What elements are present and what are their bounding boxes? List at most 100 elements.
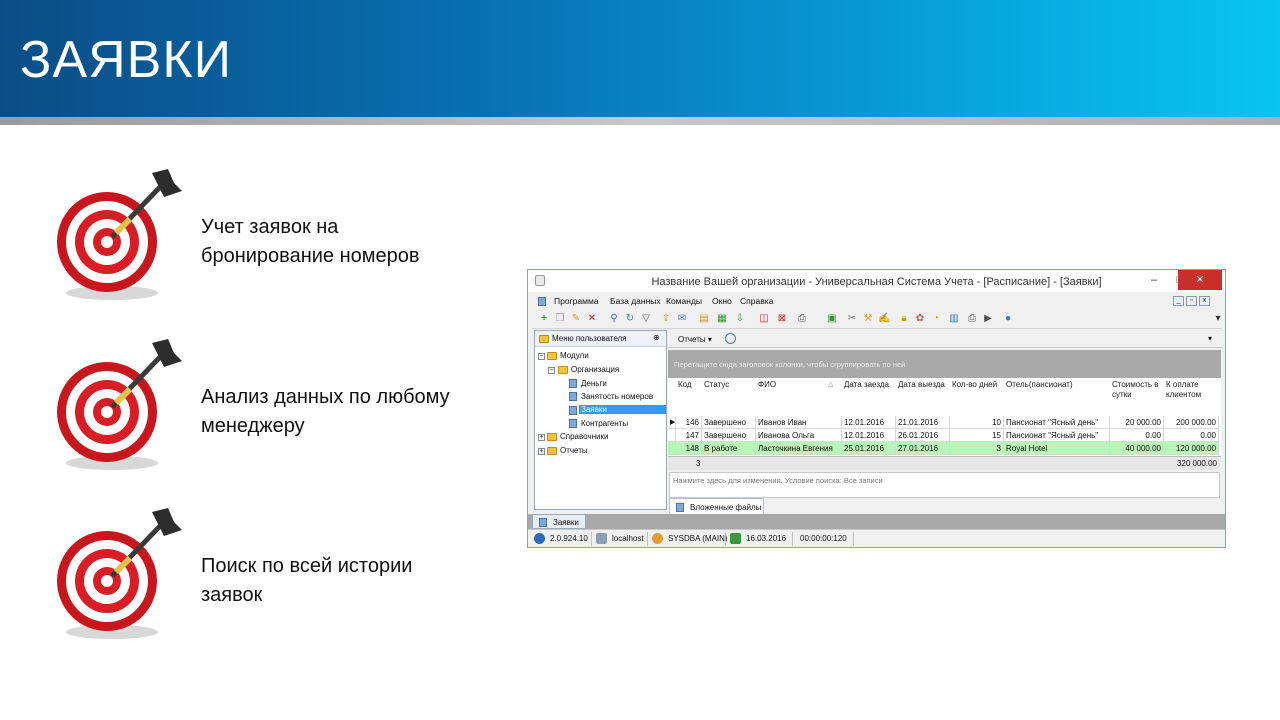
cell-departure: 27.01.2016 xyxy=(896,442,950,455)
cell-price: 40 000.00 xyxy=(1110,442,1164,455)
cell-code: 146 xyxy=(676,416,702,429)
column-header[interactable]: ФИО xyxy=(756,378,826,402)
column-header[interactable]: Кол-во дней xyxy=(950,378,1004,402)
play-icon[interactable]: ▶ xyxy=(982,313,994,325)
tree-expander[interactable]: − xyxy=(538,353,545,360)
tree-expander[interactable]: + xyxy=(538,434,545,441)
minimize-button[interactable]: – xyxy=(1140,270,1168,290)
doc-icon xyxy=(539,518,547,527)
filter-text: Нажмите здесь для изменения. Условие пои… xyxy=(673,476,883,485)
window-tool-icon[interactable]: ◫ xyxy=(758,313,770,325)
slide-title: ЗАЯВКИ xyxy=(20,31,232,89)
tree-item-directories[interactable]: Справочники xyxy=(560,432,608,441)
reports-overflow-icon[interactable]: ▾ xyxy=(1208,334,1212,343)
tab-label: Вложенные файлы xyxy=(690,503,762,512)
tree-item-money[interactable]: Деньги xyxy=(581,379,607,388)
toolbar-overflow-icon[interactable]: ▾ xyxy=(1212,313,1224,325)
cell-hotel: Пансионат "Ясный день" xyxy=(1004,416,1110,429)
notes-icon[interactable]: ✍ xyxy=(878,313,890,325)
feature-line: Поиск по всей истории xyxy=(201,555,413,577)
doc-icon xyxy=(569,392,577,401)
close-doc-icon[interactable]: ⊠ xyxy=(776,313,788,325)
feature-text: Анализ данных по любому менеджеру xyxy=(201,383,491,441)
column-header[interactable]: К оплате клиентом xyxy=(1164,378,1219,402)
content-area: Отчеты ▾ ▾ Перетащите сюда заголовок кол… xyxy=(668,330,1223,520)
menu-program[interactable]: Программа xyxy=(554,296,599,306)
table-row[interactable]: ▶ 146 Завершено Иванов Иван 12.01.2016 2… xyxy=(668,416,1221,429)
clock-icon[interactable] xyxy=(725,333,736,344)
filter-icon[interactable]: ▽ xyxy=(640,313,652,325)
calculator-icon[interactable]: ▥ xyxy=(948,313,960,325)
pin-icon[interactable]: ⊕ xyxy=(653,333,660,342)
cell-days: 3 xyxy=(950,442,1004,455)
status-separator xyxy=(792,532,793,546)
menu-window[interactable]: Окно xyxy=(712,296,732,306)
tab-requests[interactable]: Заявки xyxy=(532,514,586,529)
target-icon xyxy=(57,339,182,470)
table-row[interactable]: 147 Завершено Иванова Ольга 12.01.2016 2… xyxy=(668,429,1221,442)
table-tool-icon[interactable]: ▦ xyxy=(716,313,728,325)
print-icon[interactable]: ⎙ xyxy=(796,313,808,325)
column-header[interactable]: Дата заезда xyxy=(842,378,896,402)
column-header[interactable]: Стоимость в сутки xyxy=(1110,378,1164,402)
folder-tool-icon[interactable]: ▤ xyxy=(698,313,710,325)
group-panel[interactable]: Перетащите сюда заголовок колонки, чтобы… xyxy=(668,350,1221,378)
mdi-minimize-button[interactable]: _ xyxy=(1173,296,1184,306)
table-row[interactable]: 148 В работе Ласточкина Евгения 25.01.20… xyxy=(668,442,1221,455)
lock-icon[interactable]: 🔒︎ xyxy=(898,313,910,325)
chart-icon[interactable]: ◔ xyxy=(930,313,942,325)
delete-icon[interactable]: ✕ xyxy=(586,313,598,325)
cut-icon[interactable]: ✂ xyxy=(846,313,858,325)
feature-text: Учет заявок на бронирование номеров xyxy=(201,213,491,271)
mdi-restore-button[interactable]: ▫ xyxy=(1186,296,1197,306)
close-button[interactable]: ✕ xyxy=(1178,270,1222,290)
status-date: 16.03.2016 xyxy=(746,534,787,543)
reports-bar: Отчеты ▾ ▾ xyxy=(668,330,1223,348)
tree-expander[interactable]: + xyxy=(538,448,545,455)
menu-help[interactable]: Справка xyxy=(740,296,773,306)
menu-commands[interactable]: Команды xyxy=(666,296,702,306)
tree-expander[interactable]: − xyxy=(548,367,555,374)
reports-button[interactable]: Отчеты ▾ xyxy=(678,335,712,344)
status-separator xyxy=(647,532,648,546)
column-header[interactable]: Отель(пансионат) xyxy=(1004,378,1110,402)
doc-icon xyxy=(569,419,577,428)
tree-item-reports[interactable]: Отчеты xyxy=(560,446,588,455)
tree-item-counterparties[interactable]: Контрагенты xyxy=(581,419,628,428)
menu-database[interactable]: База данных xyxy=(610,296,661,306)
folder-icon xyxy=(547,433,557,441)
edit-icon[interactable]: ✎ xyxy=(570,313,582,325)
cell-price: 0.00 xyxy=(1110,429,1164,442)
document-tabs: Заявки xyxy=(528,514,1225,529)
column-header[interactable]: Статус xyxy=(702,378,756,402)
cell-name: Иванов Иван xyxy=(756,416,842,429)
filter-condition-box[interactable]: Нажмите здесь для изменения. Условие пои… xyxy=(669,472,1220,498)
import-icon[interactable]: ⇩ xyxy=(734,313,746,325)
export-icon[interactable]: ⇪ xyxy=(660,313,672,325)
column-header[interactable]: Код xyxy=(676,378,702,402)
tree-item-requests[interactable]: Заявки xyxy=(579,405,666,414)
calendar-icon xyxy=(730,533,741,544)
palette-icon[interactable]: ✿ xyxy=(914,313,926,325)
add-icon[interactable]: + xyxy=(538,313,550,325)
tools-icon[interactable]: ⚒ xyxy=(862,313,874,325)
column-header[interactable]: Дата выезда xyxy=(896,378,950,402)
comment-icon[interactable]: ✉ xyxy=(676,313,688,325)
cell-hotel: Royal Hotel xyxy=(1004,442,1110,455)
search-icon[interactable]: ⚲ xyxy=(608,313,620,325)
printer-icon[interactable]: ⎙ xyxy=(966,313,978,325)
feature-item: Учет заявок на бронирование номеров xyxy=(50,165,490,305)
doc-icon xyxy=(569,379,577,388)
help-icon[interactable]: ● xyxy=(1002,313,1014,325)
refresh-icon[interactable]: ↻ xyxy=(624,313,636,325)
tree-item-organization[interactable]: Организация xyxy=(571,365,619,374)
tree-item-room-occupancy[interactable]: Занятость номеров xyxy=(581,392,653,401)
slide: ЗАЯВКИ Учет заявок на бронирование номер… xyxy=(0,0,1280,720)
copy-icon[interactable]: ❐ xyxy=(554,313,566,325)
tree-item-modules[interactable]: Модули xyxy=(560,351,589,360)
calendar-tool-icon[interactable]: ▣ xyxy=(826,313,838,325)
cell-price: 20 000.00 xyxy=(1110,416,1164,429)
mdi-close-button[interactable]: x xyxy=(1199,296,1210,306)
folder-icon xyxy=(558,366,568,374)
status-bar: 2.0.924.10 localhost SYSDBA (MAIN) 16.03… xyxy=(528,529,1225,547)
